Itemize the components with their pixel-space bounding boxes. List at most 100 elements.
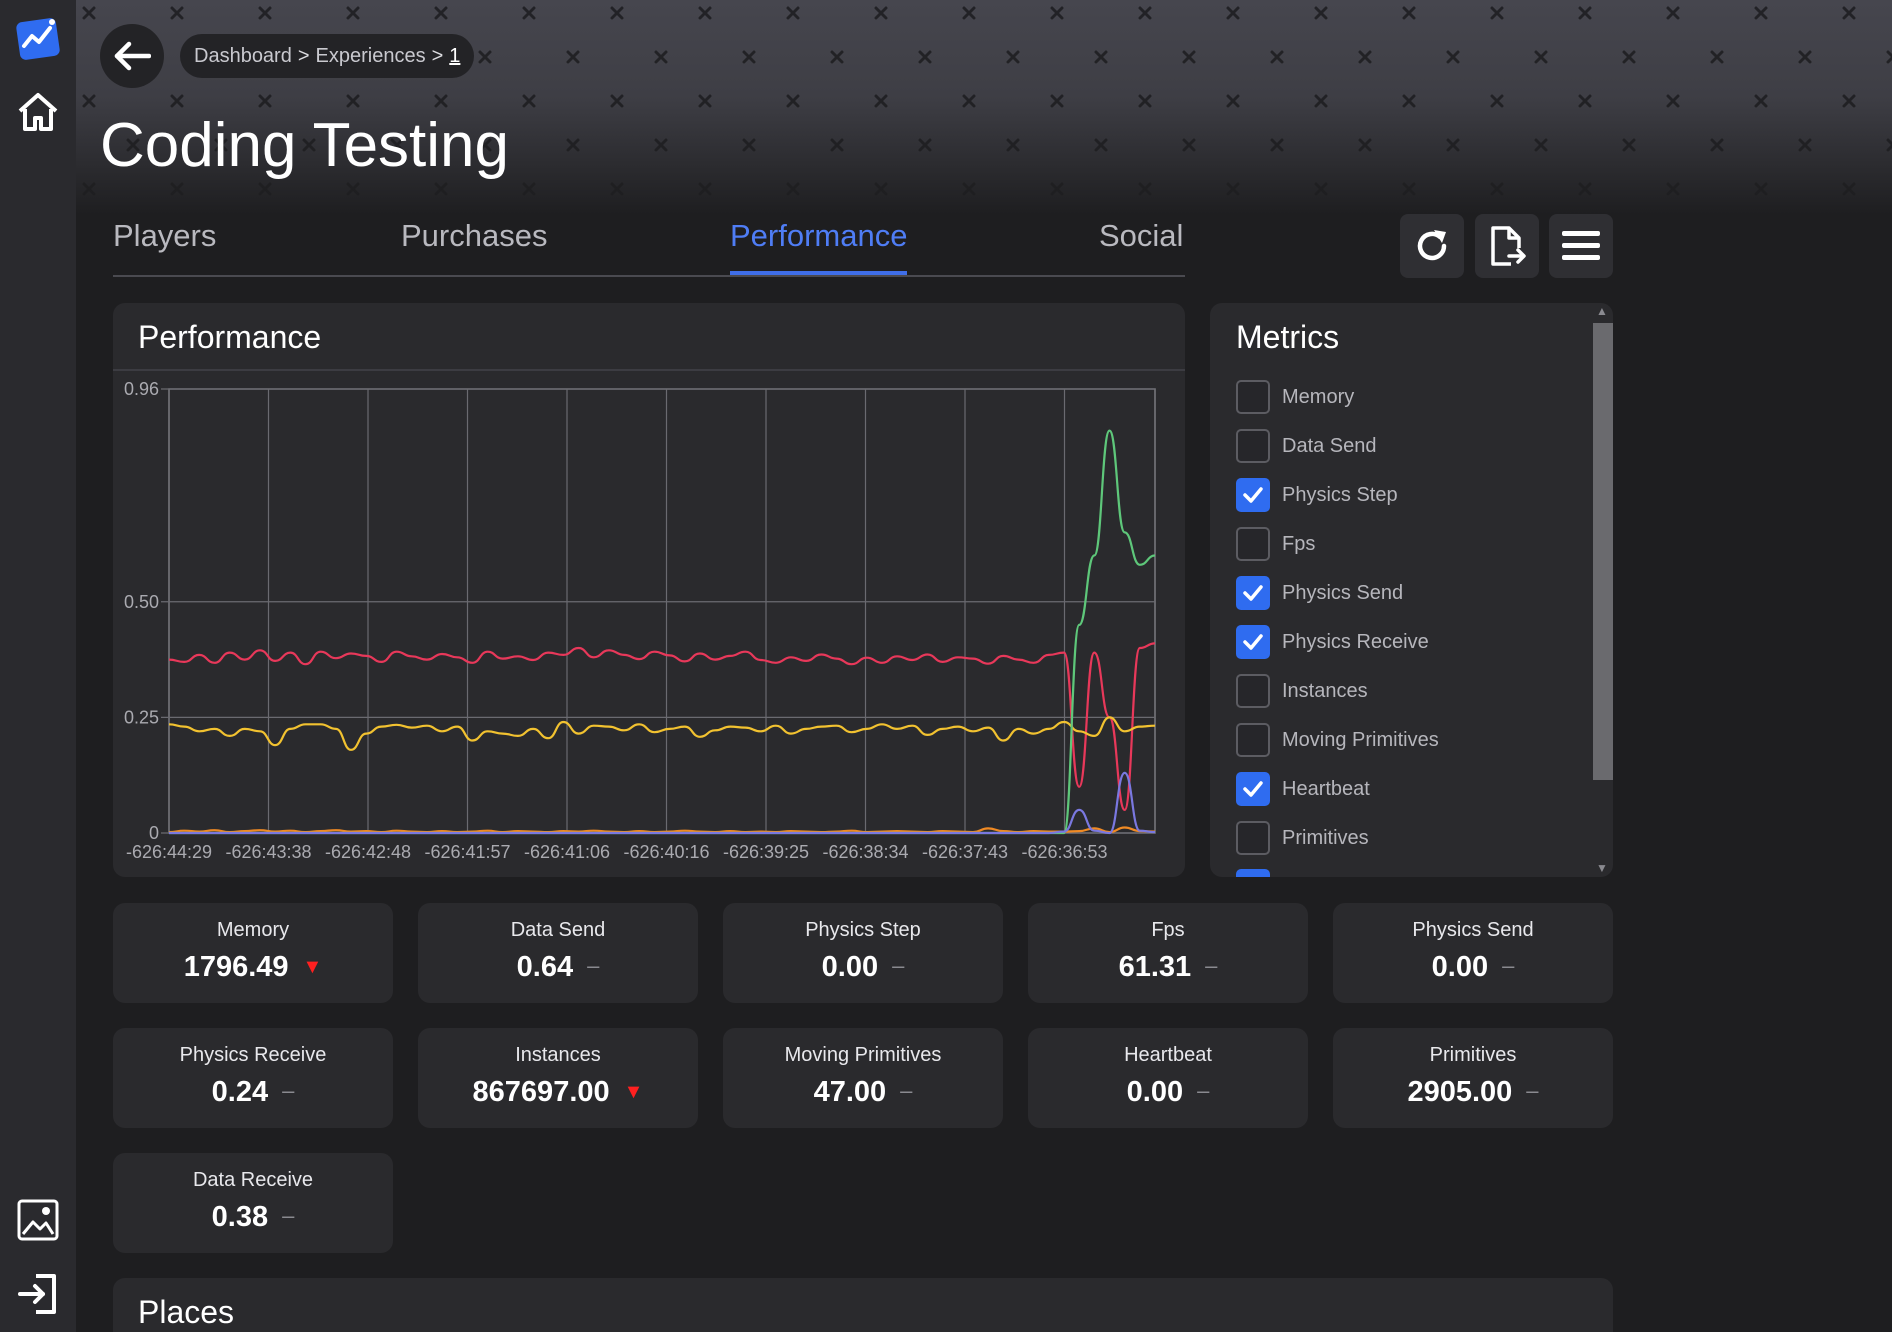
- app-logo[interactable]: [12, 12, 64, 64]
- stat-value-row: 0.00–: [723, 951, 1003, 984]
- stat-card: Instances 867697.00 ▼: [418, 1028, 698, 1128]
- breadcrumb-dashboard[interactable]: Dashboard: [194, 45, 292, 68]
- stat-label: Memory: [216, 919, 290, 941]
- stat-label: Data Send: [510, 919, 606, 941]
- metric-item[interactable]: Memory: [1236, 379, 1354, 415]
- tab-bar: Players Purchases Performance Social: [113, 212, 1185, 277]
- places-title: Places: [138, 1294, 235, 1330]
- metric-item[interactable]: Primitives: [1236, 820, 1369, 856]
- home-icon: [18, 93, 58, 131]
- metric-item[interactable]: Physics Send: [1236, 575, 1403, 611]
- chart-frame: [168, 388, 1156, 834]
- stat-value-row: 1796.49 ▼: [113, 951, 393, 984]
- places-card: Places: [113, 1278, 1613, 1332]
- y-tick-label: 0.25: [124, 707, 159, 727]
- stat-card: Moving Primitives 47.00–: [723, 1028, 1003, 1128]
- metric-label: Fps: [1282, 532, 1316, 555]
- x-tick-label: -626:41:57: [424, 842, 510, 862]
- metric-label: Moving Primitives: [1282, 728, 1439, 751]
- x-tick-label: -626:38:34: [822, 842, 908, 862]
- metric-item[interactable]: Fps: [1236, 526, 1315, 562]
- metric-label: Primitives: [1282, 826, 1369, 849]
- checkmark-icon: [1243, 487, 1263, 503]
- breadcrumb: Dashboard > Experiences > 1: [180, 34, 475, 78]
- metric-item[interactable]: Data Send: [1236, 428, 1377, 464]
- metric-checkbox[interactable]: [1236, 576, 1270, 610]
- menu-icon: [1562, 231, 1600, 260]
- export-button[interactable]: [1475, 214, 1539, 278]
- metric-item[interactable]: Instances: [1236, 673, 1368, 709]
- refresh-button[interactable]: [1400, 214, 1464, 278]
- stat-card: Physics Send 0.00–: [1333, 903, 1613, 1003]
- x-tick-label: -626:44:29: [126, 842, 212, 862]
- metric-checkbox[interactable]: [1236, 674, 1270, 708]
- metric-item[interactable]: Moving Primitives: [1236, 722, 1439, 758]
- menu-button[interactable]: [1549, 214, 1613, 278]
- stat-value: 0.00: [821, 951, 879, 983]
- logout-button[interactable]: [12, 1268, 64, 1320]
- scroll-up-icon[interactable]: ▲: [1596, 304, 1608, 318]
- performance-chart[interactable]: 0 0.25 0.50 0.96 -626:44:29 -626:43:38 -626:42…: [113, 303, 1185, 877]
- back-button[interactable]: [100, 24, 164, 88]
- x-tick-label: -626:39:25: [723, 842, 809, 862]
- arrow-left-icon: [114, 41, 151, 71]
- checkmark-icon: [1243, 781, 1263, 797]
- metric-checkbox[interactable]: [1236, 527, 1270, 561]
- tab-purchases[interactable]: Purchases: [401, 218, 547, 275]
- refresh-icon: [1417, 230, 1447, 261]
- stat-value: 0.24: [211, 1076, 269, 1108]
- metric-item[interactable]: Heartbeat: [1236, 771, 1370, 807]
- gallery-button[interactable]: [12, 1194, 64, 1246]
- trend-flat-icon: –: [1526, 1078, 1539, 1103]
- breadcrumb-experiences[interactable]: Experiences: [316, 45, 426, 68]
- stat-label: Physics Step: [805, 919, 921, 941]
- stat-label: Primitives: [1429, 1044, 1517, 1066]
- scrollbar-thumb[interactable]: [1593, 323, 1613, 780]
- metric-checkbox[interactable]: [1236, 478, 1270, 512]
- stat-label: Instances: [515, 1044, 601, 1066]
- metric-checkbox[interactable]: [1236, 429, 1270, 463]
- metric-checkbox[interactable]: [1236, 723, 1270, 757]
- home-button[interactable]: [12, 86, 64, 138]
- stat-card: Physics Receive 0.24–: [113, 1028, 393, 1128]
- trend-flat-icon: –: [282, 1078, 295, 1103]
- sidebar: [0, 0, 76, 1332]
- y-tick-label: 0.50: [124, 592, 159, 612]
- tab-social[interactable]: Social: [1099, 218, 1183, 275]
- stat-value-row: 47.00–: [723, 1076, 1003, 1109]
- stat-label: Heartbeat: [1124, 1044, 1212, 1066]
- metric-checkbox[interactable]: [1236, 625, 1270, 659]
- metric-checkbox[interactable]: [1236, 821, 1270, 855]
- stat-value-row: 0.38–: [113, 1201, 393, 1234]
- y-tick-label: 0: [149, 823, 159, 843]
- stat-value-row: 0.64–: [418, 951, 698, 984]
- stat-value-row: 867697.00 ▼: [418, 1076, 698, 1109]
- metric-label: Instances: [1282, 679, 1368, 702]
- stat-value-row: 0.24–: [113, 1076, 393, 1109]
- trend-down-icon: ▼: [302, 956, 323, 978]
- stat-value: 0.00: [1126, 1076, 1184, 1108]
- trend-flat-icon: –: [892, 953, 905, 978]
- metrics-card: Metrics Memory Data Send Physics Step Fps Ph…: [1210, 303, 1613, 877]
- stat-value: 0.64: [516, 951, 574, 983]
- checkmark-icon: [1243, 585, 1263, 601]
- performance-card: Performance 0 0.25 0.50 0.96 -626:44:29 -626:…: [113, 303, 1185, 877]
- metric-label: Memory: [1282, 385, 1355, 408]
- metric-item[interactable]: Physics Step: [1236, 477, 1398, 513]
- scroll-down-icon[interactable]: ▼: [1596, 861, 1608, 875]
- stat-value: 1796.49: [183, 951, 289, 983]
- x-tick-label: -626:42:48: [325, 842, 411, 862]
- stat-value-row: 0.00–: [1333, 951, 1613, 984]
- stat-value: 2905.00: [1407, 1076, 1513, 1108]
- x-tick-label: -626:41:06: [524, 842, 610, 862]
- trend-flat-icon: –: [1205, 953, 1218, 978]
- metric-checkbox[interactable]: [1236, 772, 1270, 806]
- metric-checkbox[interactable]: [1236, 380, 1270, 414]
- metric-item[interactable]: Physics Receive: [1236, 624, 1429, 660]
- breadcrumb-current[interactable]: 1: [449, 45, 460, 68]
- tab-performance[interactable]: Performance: [730, 218, 908, 275]
- tab-players[interactable]: Players: [113, 218, 216, 275]
- metric-checkbox-partial[interactable]: [1236, 869, 1270, 877]
- stat-label: Data Receive: [192, 1169, 314, 1191]
- image-icon: [17, 1199, 59, 1241]
